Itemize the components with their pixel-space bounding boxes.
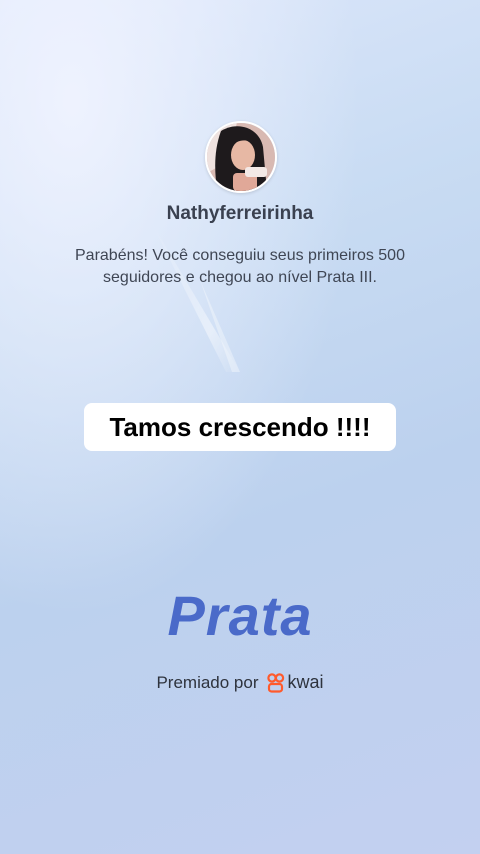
level-title: Prata — [167, 584, 313, 647]
avatar[interactable] — [205, 121, 277, 193]
username: Nathyferreirinha — [166, 203, 314, 224]
achievement-message: Parabéns! Você conseguiu seus primeiros … — [75, 247, 405, 286]
kwai-logo-icon — [266, 672, 284, 693]
caption-text: Tamos crescendo !!!! — [109, 411, 371, 442]
awarded-by-label: Premiado por — [156, 672, 259, 692]
avatar-image — [207, 123, 275, 191]
awarded-by: Premiado por kwai — [0, 672, 480, 693]
kwai-brand-name: kwai — [287, 672, 324, 692]
caption-sticker: Tamos crescendo !!!! — [84, 403, 396, 451]
